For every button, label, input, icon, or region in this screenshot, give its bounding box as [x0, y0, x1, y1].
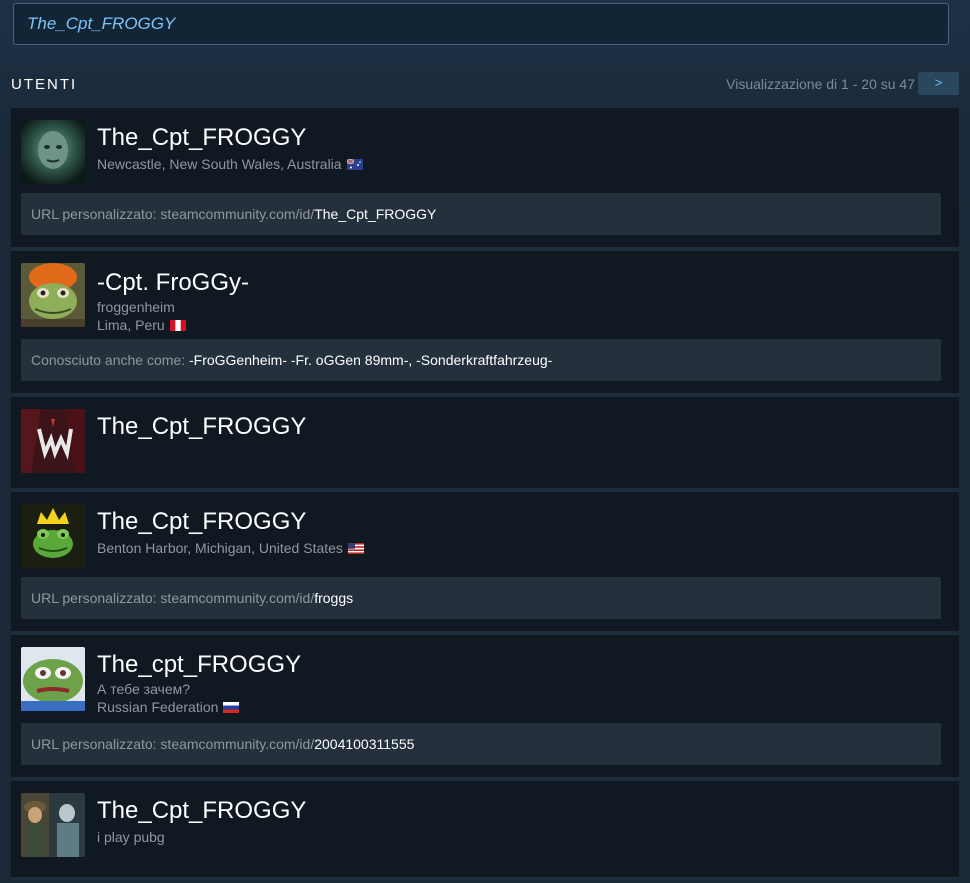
flag-united-states-icon: [347, 541, 364, 554]
aliases-value: -FroGGenheim- -Fr. oGGen 89mm-, -Sonderk…: [188, 352, 553, 368]
location: Newcastle, New South Wales, Australia: [97, 156, 363, 172]
custom-url-value: The_Cpt_FROGGY: [314, 206, 437, 222]
flag-russia-icon: [223, 700, 240, 713]
aliases-label: Conosciuto anche come:: [31, 352, 189, 368]
custom-url-box: URL personalizzato: steamcommunity.com/i…: [21, 193, 941, 235]
list-item[interactable]: -Cpt. FroGGy- froggenheim Lima, Peru Con…: [11, 251, 959, 397]
avatar[interactable]: [21, 120, 85, 184]
custom-url-box: URL personalizzato: steamcommunity.com/i…: [21, 577, 941, 619]
avatar[interactable]: [21, 504, 85, 568]
custom-url-label: URL personalizzato: steamcommunity.com/i…: [31, 590, 315, 606]
search-input[interactable]: [14, 4, 948, 44]
location: Lima, Peru: [97, 317, 186, 333]
next-page-button[interactable]: >: [918, 72, 959, 95]
custom-url-label: URL personalizzato: steamcommunity.com/i…: [31, 206, 315, 222]
list-item[interactable]: The_Cpt_FROGGY Newcastle, New South Wale…: [11, 108, 959, 251]
persona-name[interactable]: The_Cpt_FROGGY: [97, 413, 306, 441]
real-name: i play pubg: [97, 829, 165, 845]
list-item[interactable]: The_Cpt_FROGGY i play pubg: [11, 781, 959, 881]
location-text: Newcastle, New South Wales, Australia: [97, 156, 342, 172]
persona-name[interactable]: The_Cpt_FROGGY: [97, 797, 306, 825]
avatar[interactable]: [21, 409, 85, 473]
persona-name[interactable]: The_Cpt_FROGGY: [97, 124, 306, 152]
paging-info: Visualizzazione di 1 - 20 su 47: [726, 76, 915, 92]
location-text: Lima, Peru: [97, 317, 165, 333]
persona-name[interactable]: The_Cpt_FROGGY: [97, 508, 306, 536]
flag-australia-icon: [346, 157, 363, 170]
list-item[interactable]: The_cpt_FROGGY А тебе зачем? Russian Fed…: [11, 635, 959, 781]
list-item[interactable]: The_Cpt_FROGGY Benton Harbor, Michigan, …: [11, 492, 959, 635]
flag-peru-icon: [169, 318, 186, 331]
location: Benton Harbor, Michigan, United States: [97, 540, 364, 556]
custom-url-box: URL personalizzato: steamcommunity.com/i…: [21, 723, 941, 765]
aliases-box: Conosciuto anche come: -FroGGenheim- -Fr…: [21, 339, 941, 381]
custom-url-label: URL personalizzato: steamcommunity.com/i…: [31, 736, 315, 752]
list-item[interactable]: The_Cpt_FROGGY: [11, 397, 959, 492]
search-field[interactable]: [13, 3, 949, 45]
results-header: UTENTI Visualizzazione di 1 - 20 su 47 >: [0, 72, 970, 98]
results-list: The_Cpt_FROGGY Newcastle, New South Wale…: [11, 108, 959, 881]
real-name: froggenheim: [97, 299, 175, 315]
custom-url-value: 2004100311555: [314, 736, 415, 752]
real-name: А тебе зачем?: [97, 681, 191, 697]
section-title: UTENTI: [11, 76, 78, 93]
avatar[interactable]: [21, 647, 85, 711]
location: Russian Federation: [97, 699, 240, 715]
persona-name[interactable]: -Cpt. FroGGy-: [97, 269, 249, 297]
location-text: Russian Federation: [97, 699, 219, 715]
avatar[interactable]: [21, 793, 85, 857]
location-text: Benton Harbor, Michigan, United States: [97, 540, 343, 556]
custom-url-value: froggs: [314, 590, 354, 606]
persona-name[interactable]: The_cpt_FROGGY: [97, 651, 301, 679]
avatar[interactable]: [21, 263, 85, 327]
